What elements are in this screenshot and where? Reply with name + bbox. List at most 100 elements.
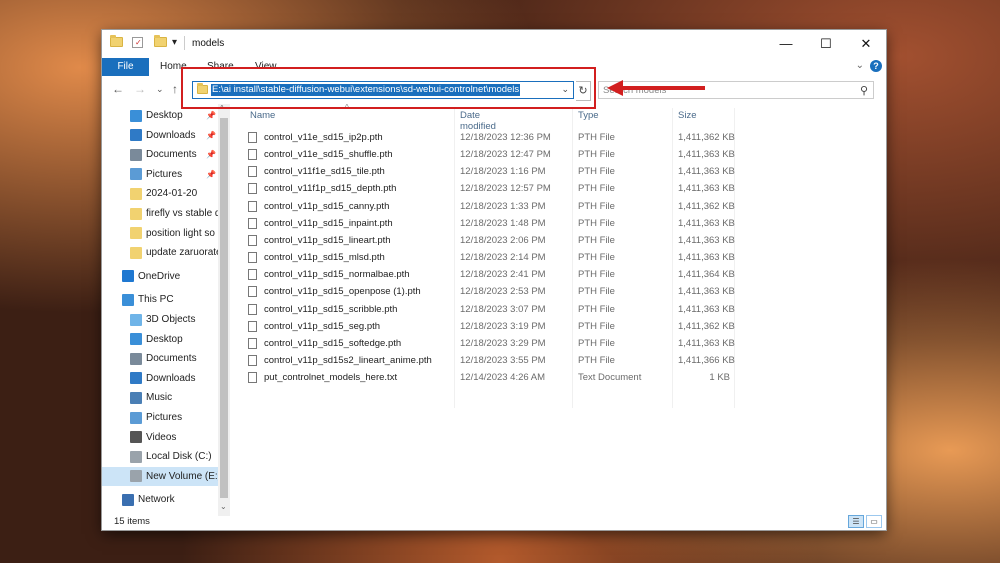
sidebar-item-firefly-vs-stable-d[interactable]: firefly vs stable d — [102, 204, 218, 223]
navigation-pane: Desktop 📌 Downloads 📌 Documents 📌 Pictures 📌 202… — [102, 104, 230, 516]
sidebar-item-music[interactable]: Music — [102, 388, 218, 407]
sidebar-item-label: OneDrive — [138, 270, 181, 282]
file-row[interactable]: control_v11p_sd15_openpose (1).pth 12/18/… — [248, 283, 748, 300]
file-size: 1,411,362 KB — [678, 132, 735, 143]
expand-ribbon-icon[interactable]: ⌄ — [856, 60, 864, 71]
sidebar-item-label: New Volume (E:) — [146, 470, 218, 482]
sidebar-item-network[interactable]: Network — [102, 490, 218, 509]
folder-icon — [130, 187, 142, 200]
sidebar-item-position-light-so[interactable]: position light so — [102, 224, 218, 243]
file-icon — [248, 337, 257, 349]
sidebar-item-downloads[interactable]: Downloads 📌 — [102, 126, 218, 145]
music-icon — [130, 391, 142, 404]
file-size: 1,411,363 KB — [678, 286, 735, 298]
sidebar-item-pictures[interactable]: Pictures — [102, 408, 218, 427]
sidebar-item-label: update zaruorate — [146, 247, 218, 259]
file-row[interactable]: control_v11p_sd15_softedge.pth 12/18/2023… — [248, 335, 748, 352]
item-count: 15 items — [114, 516, 150, 527]
file-name: control_v11p_sd15_softedge.pth — [264, 337, 402, 349]
sidebar-item-documents[interactable]: Documents 📌 — [102, 145, 218, 164]
sidebar-scrollbar[interactable]: ^ ⌄ — [218, 104, 230, 516]
column-header-name[interactable]: Name — [250, 110, 275, 121]
file-type: PTH File — [578, 286, 615, 298]
file-type: Text Document — [578, 372, 642, 384]
file-date-modified: 12/18/2023 2:06 PM — [460, 234, 546, 246]
back-button[interactable]: ← — [112, 82, 124, 96]
properties-icon[interactable]: ✓ — [132, 37, 143, 48]
window-title: models — [192, 38, 225, 49]
file-row[interactable]: control_v11p_sd15_lineart.pth 12/18/2023 … — [248, 232, 748, 249]
sidebar-item-2024-01-20[interactable]: 2024-01-20 — [102, 184, 218, 203]
sidebar-item-label: This PC — [138, 294, 174, 306]
sidebar-item-desktop[interactable]: Desktop — [102, 330, 218, 349]
file-icon — [248, 200, 257, 212]
file-date-modified: 12/18/2023 1:33 PM — [460, 200, 546, 212]
sidebar-item-label: Desktop — [146, 333, 183, 345]
sidebar-item-label: position light so — [146, 227, 215, 239]
sidebar-item-pictures[interactable]: Pictures 📌 — [102, 165, 218, 184]
annotation-highlight-box — [181, 67, 596, 109]
file-size: 1,411,363 KB — [678, 166, 735, 178]
sidebar-item-label: Downloads — [146, 372, 196, 384]
file-icon — [248, 354, 257, 366]
tab-file[interactable]: File — [102, 58, 149, 76]
sidebar-item-update-zaruorate[interactable]: update zaruorate — [102, 243, 218, 262]
videos-icon — [130, 431, 142, 444]
sidebar-item-this-pc[interactable]: This PC — [102, 290, 218, 309]
file-row[interactable]: control_v11e_sd15_ip2p.pth 12/18/2023 12:… — [248, 129, 748, 146]
file-size: 1,411,366 KB — [678, 354, 735, 366]
file-row[interactable]: control_v11p_sd15_normalbae.pth 12/18/202… — [248, 266, 748, 283]
file-type: PTH File — [578, 320, 615, 332]
new-folder-icon[interactable] — [154, 35, 167, 50]
scroll-down-icon[interactable]: ⌄ — [220, 502, 227, 511]
file-row[interactable]: control_v11f1p_sd15_depth.pth 12/18/2023 … — [248, 180, 748, 197]
file-name: control_v11p_sd15_normalbae.pth — [264, 269, 410, 281]
sidebar-item-downloads[interactable]: Downloads — [102, 369, 218, 388]
folder-icon — [130, 227, 142, 240]
file-size: 1,411,362 KB — [678, 200, 735, 212]
sidebar-item-documents[interactable]: Documents — [102, 349, 218, 368]
details-view-button[interactable]: ☰ — [848, 515, 864, 528]
sidebar-item-onedrive[interactable]: OneDrive — [102, 267, 218, 286]
file-row[interactable]: control_v11f1e_sd15_tile.pth 12/18/2023 1… — [248, 163, 748, 180]
file-size: 1 KB — [709, 372, 730, 384]
file-row[interactable]: control_v11p_sd15_scribble.pth 12/18/2023… — [248, 301, 748, 318]
downloads-icon — [130, 372, 142, 385]
large-icons-view-button[interactable]: ▭ — [866, 515, 882, 528]
scrollbar-thumb[interactable] — [220, 118, 228, 498]
file-name: control_v11p_sd15_mlsd.pth — [264, 252, 385, 264]
file-row[interactable]: control_v11p_sd15s2_lineart_anime.pth 12/… — [248, 352, 748, 369]
forward-button[interactable]: → — [134, 82, 146, 96]
file-type: PTH File — [578, 149, 615, 161]
file-row[interactable]: control_v11p_sd15_mlsd.pth 12/18/2023 2:1… — [248, 249, 748, 266]
pin-icon: 📌 — [206, 150, 216, 160]
file-row[interactable]: control_v11p_sd15_canny.pth 12/18/2023 1:… — [248, 198, 748, 215]
sidebar-item-3d-objects[interactable]: 3D Objects — [102, 310, 218, 329]
minimize-button[interactable]: — — [766, 30, 806, 58]
close-button[interactable]: ✕ — [846, 30, 886, 58]
recent-locations-button[interactable]: ⌄ — [156, 84, 164, 95]
file-row[interactable]: put_controlnet_models_here.txt 12/14/2023… — [248, 369, 748, 386]
file-icon — [248, 252, 257, 264]
up-button[interactable]: ↑ — [172, 82, 178, 96]
column-header-type[interactable]: Type — [578, 110, 599, 121]
drive-icon — [130, 470, 142, 483]
file-date-modified: 12/18/2023 12:36 PM — [460, 132, 551, 143]
title-bar: ✓ ▾ models — ☐ ✕ — [102, 30, 886, 58]
file-name: control_v11f1e_sd15_tile.pth — [264, 166, 385, 178]
sidebar-item-label: Desktop — [146, 110, 183, 121]
qat-dropdown[interactable]: ▾ — [172, 37, 177, 48]
file-row[interactable]: control_v11p_sd15_inpaint.pth 12/18/2023 … — [248, 215, 748, 232]
file-size: 1,411,363 KB — [678, 217, 735, 229]
sidebar-item-label: Pictures — [146, 412, 183, 423]
sidebar-item-new-volume-e-[interactable]: New Volume (E:) — [102, 466, 218, 486]
help-icon[interactable]: ? — [870, 60, 882, 72]
maximize-button[interactable]: ☐ — [806, 30, 846, 58]
sidebar-item-videos[interactable]: Videos — [102, 428, 218, 447]
file-row[interactable]: control_v11p_sd15_seg.pth 12/18/2023 3:19… — [248, 318, 748, 335]
file-type: PTH File — [578, 200, 615, 212]
3d-objects-icon — [130, 313, 142, 326]
file-row[interactable]: control_v11e_sd15_shuffle.pth 12/18/2023 … — [248, 146, 748, 163]
column-header-size[interactable]: Size — [678, 110, 696, 121]
sidebar-item-local-disk-c-[interactable]: Local Disk (C:) — [102, 447, 218, 466]
